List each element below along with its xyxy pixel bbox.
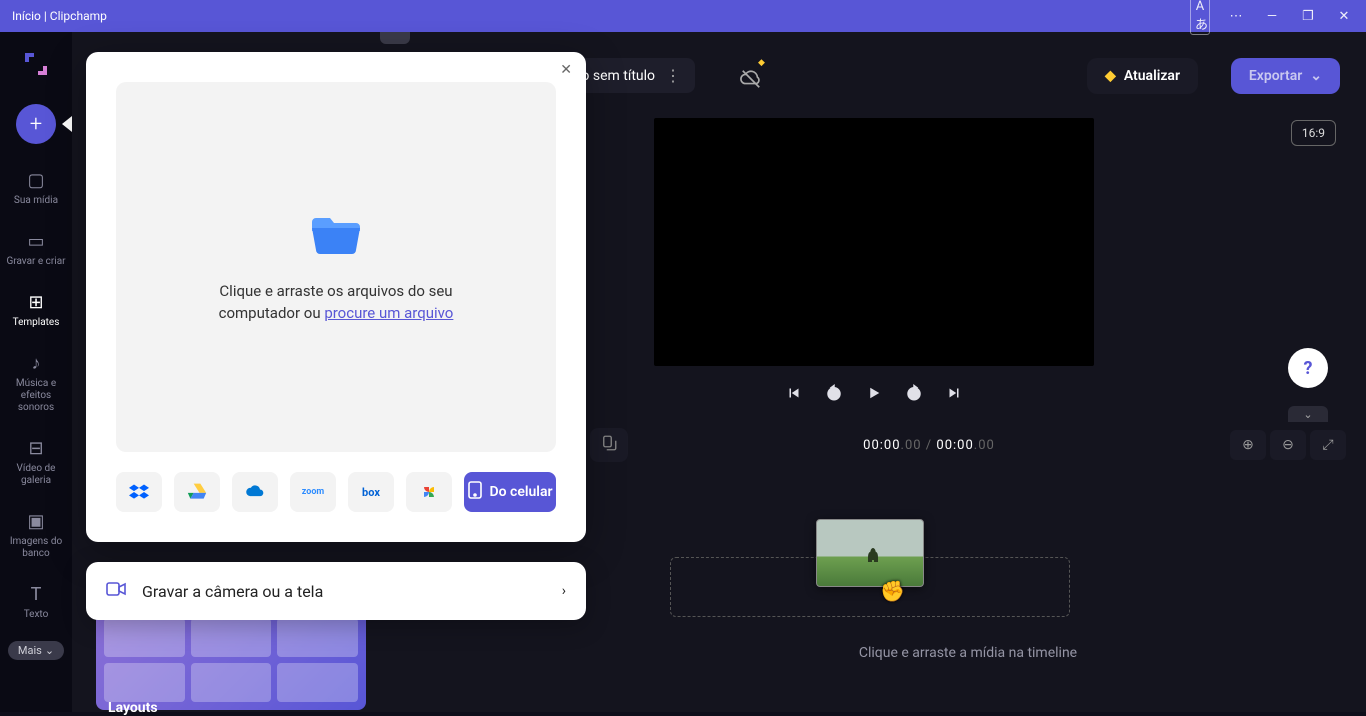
export-label: Exportar: [1249, 68, 1302, 84]
import-from-phone-button[interactable]: Do celular: [464, 472, 556, 512]
phone-icon: [468, 481, 482, 503]
upgrade-label: Atualizar: [1124, 68, 1180, 84]
layouts-label: Layouts: [108, 700, 158, 716]
panel-resize-handle[interactable]: [380, 32, 410, 44]
provider-google-drive[interactable]: [174, 472, 220, 512]
provider-google-photos[interactable]: [406, 472, 452, 512]
skip-start-icon[interactable]: [785, 384, 803, 402]
folder-open-icon: [308, 210, 364, 262]
upgrade-button[interactable]: ◆ Atualizar: [1087, 58, 1198, 94]
chevron-down-icon: ⌄: [1310, 68, 1322, 84]
modal-close-icon[interactable]: ✕: [560, 62, 572, 78]
sidebar-item-your-media[interactable]: ▢ Sua mídia: [0, 164, 72, 213]
sidebar-item-text[interactable]: T Texto: [0, 578, 72, 627]
more-icon[interactable]: ⋯: [1226, 9, 1246, 24]
zoom-in-icon[interactable]: ⊕: [1230, 430, 1266, 460]
camera-icon: ▭: [27, 231, 44, 252]
zoom-fit-icon[interactable]: ⤢: [1310, 430, 1346, 460]
layouts-card[interactable]: [96, 610, 366, 710]
playback-controls: [654, 384, 1094, 402]
sidebar-item-stock-images[interactable]: ▣ Imagens do banco: [0, 505, 72, 566]
window-minimize-icon[interactable]: —: [1262, 9, 1282, 24]
sidebar-item-stock-video[interactable]: ⊟ Vídeo de galeria: [0, 432, 72, 493]
timeline-tools: [590, 428, 628, 462]
forward-5-icon[interactable]: [905, 384, 923, 402]
templates-icon: ⊞: [28, 292, 43, 313]
record-card-label: Gravar a câmera ou a tela: [142, 582, 323, 601]
premium-badge-icon: ◆: [758, 58, 765, 68]
left-sidebar: + ▢ Sua mídia ▭ Gravar e criar ⊞ Templat…: [0, 32, 72, 712]
provider-zoom[interactable]: zoom: [290, 472, 336, 512]
sidebar-item-templates[interactable]: ⊞ Templates: [0, 286, 72, 335]
file-drop-area[interactable]: Clique e arraste os arquivos do seu comp…: [116, 82, 556, 452]
record-screen-card[interactable]: Gravar a câmera ou a tela ›: [86, 562, 586, 620]
gem-icon: ◆: [1105, 68, 1116, 84]
help-button[interactable]: ?: [1288, 348, 1328, 388]
provider-dropbox[interactable]: [116, 472, 162, 512]
export-button[interactable]: Exportar ⌄: [1231, 58, 1340, 94]
sidebar-more-button[interactable]: Mais ⌄: [8, 641, 64, 660]
sidebar-item-record-create[interactable]: ▭ Gravar e criar: [0, 225, 72, 274]
timeline-hint: Clique e arraste a mídia na timeline: [590, 645, 1346, 661]
zoom-out-icon[interactable]: ⊖: [1270, 430, 1306, 460]
project-title: eo sem título: [574, 68, 655, 84]
provider-box[interactable]: box: [348, 472, 394, 512]
skip-end-icon[interactable]: [945, 384, 963, 402]
app-logo-icon: [20, 48, 52, 80]
preview-area: [654, 118, 1094, 402]
timeline-track[interactable]: ✊ Clique e arraste a mídia na timeline: [590, 475, 1346, 675]
dragging-media-thumbnail[interactable]: [816, 519, 924, 587]
preview-canvas: [654, 118, 1094, 366]
play-icon[interactable]: [865, 384, 883, 402]
project-menu-icon[interactable]: ⋮: [665, 66, 681, 85]
film-icon: ⊟: [28, 438, 43, 459]
timeline-toolbar: 00:00.00 / 00:00.00 ⊕ ⊖ ⤢: [590, 426, 1346, 464]
provider-onedrive[interactable]: [232, 472, 278, 512]
timeline-tool-icon[interactable]: [600, 434, 618, 456]
text-icon: T: [31, 584, 42, 605]
music-icon: ♪: [32, 353, 41, 374]
phone-button-label: Do celular: [490, 484, 553, 500]
browse-file-link[interactable]: procure um arquivo: [324, 304, 453, 322]
grab-cursor-icon: ✊: [880, 579, 905, 603]
aspect-ratio-button[interactable]: 16:9: [1291, 120, 1336, 146]
sidebar-more-label: Mais: [18, 644, 42, 657]
window-titlebar: Início | Clipchamp Aあ ⋯ — ❐ ✕: [0, 0, 1366, 32]
camcorder-icon: [106, 581, 126, 601]
time-display: 00:00.00 / 00:00.00: [628, 438, 1230, 453]
window-close-icon[interactable]: ✕: [1334, 9, 1354, 24]
folder-icon: ▢: [27, 170, 44, 191]
rewind-5-icon[interactable]: [825, 384, 843, 402]
chevron-right-icon: ›: [562, 583, 566, 599]
chevron-down-icon: ⌄: [45, 644, 54, 657]
add-media-button[interactable]: +: [16, 104, 56, 144]
import-modal: ✕ Clique e arraste os arquivos do seu co…: [86, 52, 586, 542]
collapse-preview-icon[interactable]: ⌄: [1288, 406, 1328, 422]
window-title: Início | Clipchamp: [12, 9, 107, 23]
language-icon[interactable]: Aあ: [1190, 0, 1210, 35]
window-maximize-icon[interactable]: ❐: [1298, 9, 1318, 24]
drop-area-text: Clique e arraste os arquivos do seu comp…: [206, 280, 466, 325]
image-icon: ▣: [27, 511, 44, 532]
sidebar-item-music[interactable]: ♪ Música e efeitos sonoros: [0, 347, 72, 420]
cloud-sync-off-icon[interactable]: [740, 68, 762, 95]
